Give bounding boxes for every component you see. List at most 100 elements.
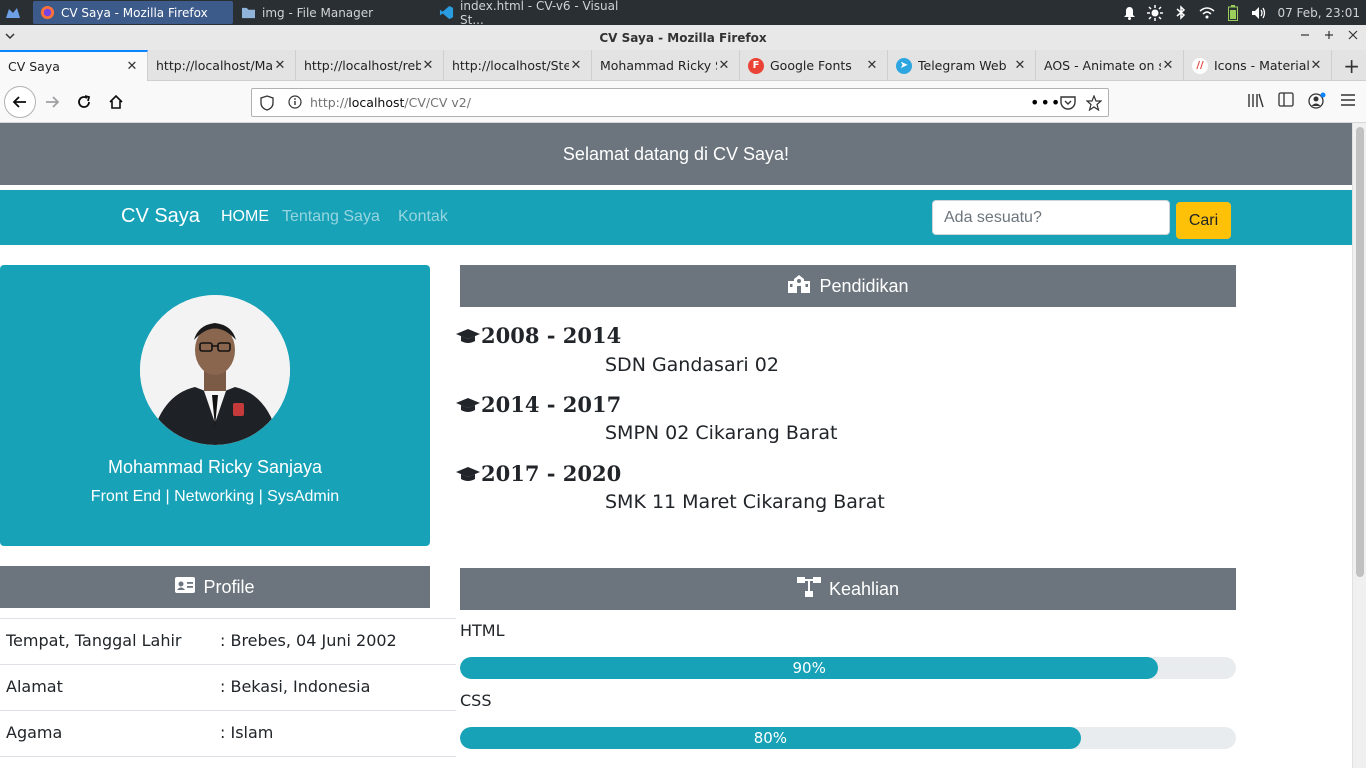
url-bar[interactable]: http://localhost/CV/CV v2/ ••• [251,88,1109,117]
taskbar-item-label: CV Saya - Mozilla Firefox [61,5,208,20]
education-years: 2017 - 2020 [455,461,621,486]
close-tab-icon[interactable]: ✕ [569,58,583,73]
navbar-brand[interactable]: CV Saya [121,205,200,228]
info-key: Alamat [6,677,63,696]
profile-info-row: Agama : Islam [0,710,456,756]
info-key: Tempat, Tanggal Lahir [6,631,182,650]
tab-google-fonts[interactable]: F Google Fonts ✕ [740,50,888,81]
profile-info-row: Alamat : Bekasi, Indonesia [0,664,456,710]
close-tab-icon[interactable]: ✕ [125,59,139,74]
page-viewport: Selamat datang di CV Saya! CV Saya HOME … [0,123,1352,768]
telegram-icon: ➤ [896,57,912,74]
system-tray: 07 Feb, 23:01 [1121,0,1360,25]
school-icon [787,274,811,298]
education-years: 2008 - 2014 [455,323,621,348]
network-icon [796,576,821,602]
hamburger-menu-icon[interactable] [1340,92,1356,114]
close-tab-icon[interactable]: ✕ [1309,58,1323,73]
home-icon [109,94,123,109]
search-button[interactable]: Cari [1176,202,1231,239]
welcome-banner: Selamat datang di CV Saya! [0,123,1352,185]
clock[interactable]: 07 Feb, 23:01 [1277,6,1360,20]
skill-progress-bar: 80% [460,727,1081,749]
close-window-icon[interactable] [1348,29,1358,43]
tab-aos[interactable]: AOS - Animate on sc ✕ [1036,50,1184,81]
info-icon[interactable] [288,95,302,112]
tab-localhost-ma[interactable]: http://localhost/Ma ✕ [148,50,296,81]
window-titlebar: CV Saya - Mozilla Firefox [0,25,1366,50]
volume-icon[interactable] [1251,5,1267,21]
profile-name: Mohammad Ricky Sanjaya [107,457,323,477]
sidebar-icon[interactable] [1278,92,1294,114]
reload-button[interactable] [70,88,98,116]
minimize-icon[interactable] [1300,29,1310,43]
close-tab-icon[interactable]: ✕ [1013,58,1027,73]
app-menu-icon[interactable] [4,4,22,22]
new-tab-icon[interactable]: + [1343,54,1360,78]
graduation-cap-icon [456,466,480,481]
maximize-icon[interactable] [1324,29,1334,43]
close-tab-icon[interactable]: ✕ [421,58,435,73]
tab-label: Telegram Web [918,58,1007,73]
tab-mohammad-ricky[interactable]: Mohammad Ricky S ✕ [592,50,740,81]
battery-icon[interactable] [1225,4,1241,21]
bookmark-star-icon[interactable] [1085,94,1103,114]
browser-toolbar: http://localhost/CV/CV v2/ ••• [0,81,1366,123]
id-card-icon [175,576,196,598]
tab-label: http://localhost/Ste [452,58,569,73]
tab-localhost-reb[interactable]: http://localhost/reb ✕ [296,50,444,81]
library-icon[interactable] [1247,92,1264,114]
site-navbar: CV Saya HOME Tentang Saya Kontak Cari [0,190,1352,245]
tab-material-icons[interactable]: // Icons - Material ✕ [1184,50,1332,81]
profile-card: Mohammad Ricky Sanjaya Front End | Netwo… [0,265,430,546]
close-tab-icon[interactable]: ✕ [865,58,879,73]
nav-link-tentang-saya[interactable]: Tentang Saya [282,208,380,226]
taskbar-item-vscode[interactable]: index.html - CV-v6 - Visual St... [433,0,633,27]
wifi-icon[interactable] [1199,5,1215,21]
google-fonts-icon: F [748,57,764,74]
close-tab-icon[interactable]: ✕ [273,58,287,73]
nav-link-home[interactable]: HOME [221,208,269,226]
skill-progress-bar: 90% [460,657,1159,679]
url-text[interactable]: http://localhost/CV/CV v2/ [310,95,471,110]
skill-label: CSS [460,691,492,710]
education-school: SMPN 02 Cikarang Barat [605,422,838,444]
brightness-icon[interactable] [1147,4,1164,21]
close-tab-icon[interactable]: ✕ [717,58,731,73]
arrow-left-icon [12,96,26,108]
shield-icon[interactable] [260,95,274,114]
bell-icon[interactable] [1121,5,1137,21]
os-taskbar: CV Saya - Mozilla Firefox img - File Man… [0,0,1366,27]
nav-link-kontak[interactable]: Kontak [398,208,448,226]
education-school: SDN Gandasari 02 [605,354,779,376]
page-actions-icon[interactable]: ••• [1030,93,1061,112]
tab-localhost-ste[interactable]: http://localhost/Ste ✕ [444,50,592,81]
search-input[interactable] [932,200,1170,235]
avatar [140,295,290,445]
bluetooth-icon[interactable] [1173,5,1189,21]
close-tab-icon[interactable]: ✕ [1161,58,1175,73]
education-school: SMK 11 Maret Cikarang Barat [605,491,885,513]
scrollbar-thumb[interactable] [1356,127,1364,577]
tab-label: Google Fonts [770,58,852,73]
tab-cv-saya[interactable]: CV Saya ✕ [0,50,148,81]
graduation-cap-icon [456,397,480,412]
info-value: : Brebes, 04 Juni 2002 [220,631,397,650]
taskbar-item-firefox[interactable]: CV Saya - Mozilla Firefox [33,1,233,24]
pocket-icon[interactable] [1060,95,1076,113]
forward-button[interactable] [38,88,66,116]
skill-label: HTML [460,621,505,640]
taskbar-item-file-manager[interactable]: img - File Manager [234,1,429,24]
home-button[interactable] [102,88,130,116]
account-icon[interactable] [1308,92,1326,114]
page-scrollbar[interactable] [1352,123,1366,768]
profile-info-row [0,756,456,768]
back-button[interactable] [4,86,36,118]
tab-telegram-web[interactable]: ➤ Telegram Web ✕ [888,50,1036,81]
folder-icon [240,5,256,21]
tab-label: http://localhost/reb [304,58,421,73]
education-years: 2014 - 2017 [455,392,621,417]
skills-title: Keahlian [828,578,900,599]
info-key: Agama [6,723,63,742]
tab-label: CV Saya [8,59,60,74]
